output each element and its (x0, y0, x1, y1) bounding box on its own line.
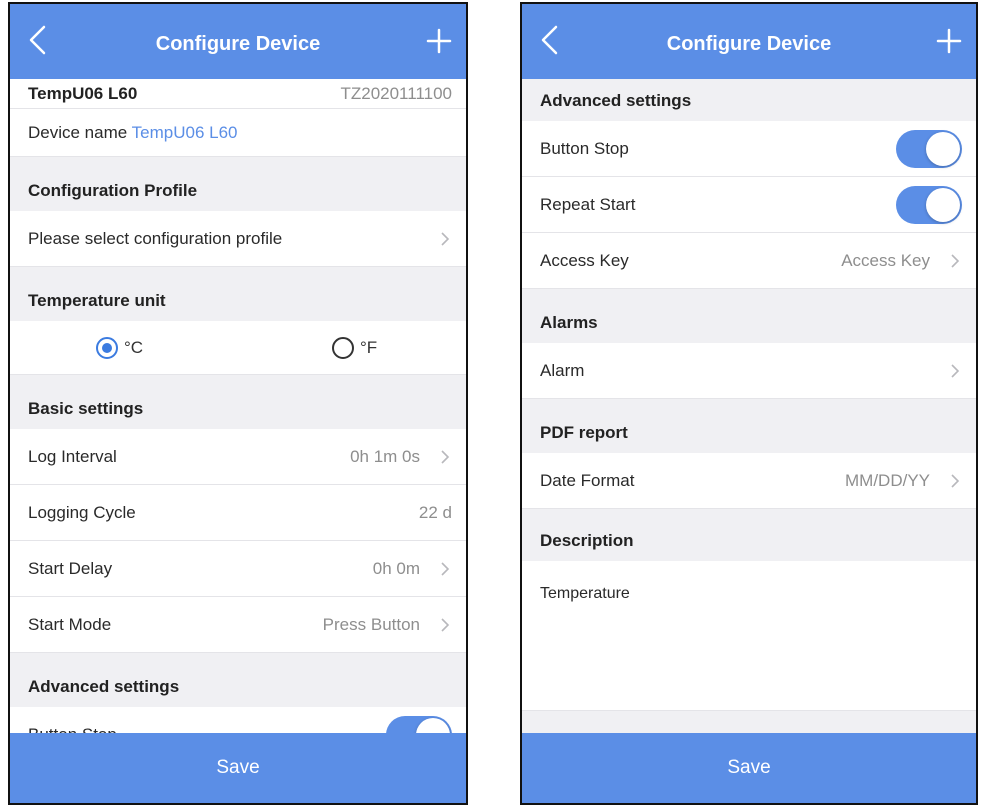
repeat-start-row: Repeat Start (522, 177, 976, 233)
button-stop-toggle[interactable] (386, 715, 452, 733)
toggle-knob (926, 131, 960, 166)
description-text: Temperature (540, 585, 630, 602)
right-screen: Configure Device Advanced settings Butto… (520, 2, 978, 805)
celsius-radio[interactable]: °C (96, 336, 143, 359)
section-header-temp-unit: Temperature unit (10, 267, 466, 321)
toggle-knob (416, 717, 450, 733)
add-icon[interactable] (936, 28, 962, 54)
section-header-config-profile: Configuration Profile (10, 157, 466, 211)
device-model: TempU06 L60 (28, 83, 138, 103)
config-profile-row[interactable]: Please select configuration profile (10, 211, 466, 267)
log-interval-row[interactable]: Log Interval 0h 1m 0s (10, 429, 466, 485)
device-info-row: TempU06 L60 TZ2020111100 (10, 79, 466, 109)
button-stop-row: Button Stop (10, 707, 466, 733)
device-serial: TZ2020111100 (340, 83, 452, 103)
section-header-advanced: Advanced settings (10, 653, 466, 707)
page-title: Configure Device (155, 33, 321, 55)
section-header-basic: Basic settings (10, 375, 466, 429)
chevron-right-icon (441, 561, 450, 576)
toggle-knob (926, 187, 960, 222)
chevron-right-icon (441, 617, 450, 632)
settings-list: Advanced settings Button Stop Repeat Sta… (522, 79, 976, 733)
temp-unit-row: °C °F (10, 321, 466, 375)
section-header-alarms: Alarms (522, 289, 976, 343)
page-title: Configure Device (666, 33, 832, 55)
description-textarea[interactable]: Temperature (522, 561, 976, 711)
save-button[interactable]: Save (10, 733, 466, 803)
nav-bar: Configure Device (522, 4, 976, 79)
device-name-value[interactable]: TempU06 L60 (132, 123, 238, 142)
device-name-label: Device name TempU06 L60 (28, 122, 238, 142)
section-header-pdf-report: PDF report (522, 399, 976, 453)
button-stop-row: Button Stop (522, 121, 976, 177)
button-stop-toggle[interactable] (896, 129, 962, 168)
settings-list: TempU06 L60 TZ2020111100 Device name Tem… (10, 79, 466, 733)
section-header-advanced: Advanced settings (522, 79, 976, 121)
section-header-description: Description (522, 509, 976, 561)
access-key-row[interactable]: Access Key Access Key (522, 233, 976, 289)
date-format-row[interactable]: Date Format MM/DD/YY (522, 453, 976, 509)
alarm-row[interactable]: Alarm (522, 343, 976, 399)
logging-cycle-row: Logging Cycle 22 d (10, 485, 466, 541)
chevron-right-icon (951, 253, 960, 268)
fahrenheit-radio[interactable]: °F (332, 336, 377, 359)
chevron-right-icon (441, 449, 450, 464)
radio-unselected-icon (332, 336, 354, 359)
chevron-right-icon (951, 473, 960, 488)
save-button[interactable]: Save (522, 733, 976, 803)
nav-bar: Configure Device (10, 4, 466, 79)
radio-selected-icon (96, 336, 118, 359)
start-delay-row[interactable]: Start Delay 0h 0m (10, 541, 466, 597)
device-name-row[interactable]: Device name TempU06 L60 (10, 109, 466, 157)
repeat-start-toggle[interactable] (896, 185, 962, 224)
chevron-right-icon (441, 231, 450, 246)
start-mode-row[interactable]: Start Mode Press Button (10, 597, 466, 653)
add-icon[interactable] (426, 28, 452, 54)
chevron-right-icon (951, 363, 960, 378)
left-screen: Configure Device TempU06 L60 TZ202011110… (8, 2, 468, 805)
